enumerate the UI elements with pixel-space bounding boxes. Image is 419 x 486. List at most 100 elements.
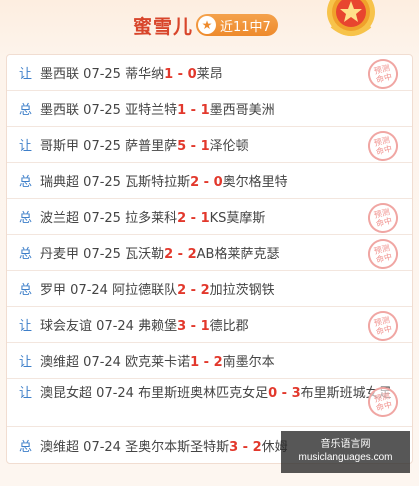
away-team: 莱昂: [196, 67, 223, 82]
match-content: 让墨西联 07-25 蒂华纳1 - 0莱昂: [19, 63, 223, 82]
match-date: 07-25: [83, 67, 121, 82]
match-content: 让哥斯甲 07-25 萨普里萨5 - 1泽伦顿: [19, 135, 249, 154]
home-score: 1: [177, 103, 187, 118]
page-title: 蜜雪儿: [133, 16, 194, 38]
match-date: 07-25: [83, 247, 121, 262]
match-content: 总丹麦甲 07-25 瓦沃勒2 - 2AB格莱萨克瑟: [19, 243, 279, 262]
star-icon: ★: [198, 16, 216, 34]
prediction-type: 让: [19, 139, 33, 154]
watermark-url: musiclanguages.com: [298, 452, 393, 463]
hit-rate-badge: ★ 近11中7: [196, 14, 278, 36]
match-date: 07-24: [83, 439, 121, 455]
match-content: 总墨西联 07-25 亚特兰特1 - 1墨西哥美洲: [19, 99, 275, 118]
home-team: 亚特兰特: [125, 103, 178, 118]
match-row[interactable]: 总丹麦甲 07-25 瓦沃勒2 - 2AB格莱萨克瑟 预测 命中: [7, 235, 412, 273]
league-name: 丹麦甲: [40, 247, 80, 262]
league-name: 瑞典超: [40, 175, 80, 190]
prediction-type: 总: [19, 439, 33, 455]
prediction-type: 让: [19, 386, 33, 401]
match-row[interactable]: 让哥斯甲 07-25 萨普里萨5 - 1泽伦顿 预测 命中: [7, 127, 412, 165]
home-score: 1: [190, 355, 200, 370]
match-content: 让球会友谊 07-24 弗赖堡3 - 1德比郡: [19, 315, 249, 334]
league-name: 墨西联: [40, 67, 80, 82]
score-separator: -: [199, 175, 214, 190]
league-name: 罗甲: [40, 283, 67, 298]
match-row[interactable]: 让澳维超 07-24 欧克莱卡诺1 - 2南墨尔本: [7, 343, 412, 379]
away-team: 墨西哥美洲: [209, 103, 275, 118]
match-content: 总罗甲 07-24 阿拉德联队2 - 2加拉茨钢铁: [19, 279, 275, 298]
home-score: 1: [164, 67, 174, 82]
match-date: 07-24: [96, 319, 134, 334]
watermark: 音乐语言网 musiclanguages.com: [281, 431, 410, 473]
prediction-type: 让: [19, 355, 33, 370]
match-row[interactable]: 总波兰超 07-25 拉多莱科2 - 1KS莫摩斯 预测 命中: [7, 199, 412, 237]
home-score: 0: [268, 386, 278, 401]
away-score: 1: [200, 103, 210, 118]
prediction-type: 总: [19, 103, 33, 118]
match-row[interactable]: 总墨西联 07-25 亚特兰特1 - 1墨西哥美洲: [7, 91, 412, 127]
away-team: 泽伦顿: [209, 139, 249, 154]
score-separator: -: [186, 211, 201, 226]
match-row[interactable]: 让球会友谊 07-24 弗赖堡3 - 1德比郡 预测 命中: [7, 307, 412, 345]
away-score: 2: [187, 247, 197, 262]
away-score: 2: [213, 355, 223, 370]
match-date: 07-24: [83, 355, 121, 370]
home-team: 欧克莱卡诺: [125, 355, 191, 370]
home-score: 5: [177, 139, 187, 154]
home-team: 阿拉德联队: [112, 283, 178, 298]
league-name: 球会友谊: [40, 319, 93, 334]
score-separator: -: [277, 386, 292, 401]
prediction-type: 让: [19, 319, 33, 334]
prediction-type: 总: [19, 283, 33, 298]
away-team: AB格莱萨克瑟: [196, 247, 280, 262]
match-row[interactable]: 让墨西联 07-25 蒂华纳1 - 0莱昂 预测 命中: [7, 55, 412, 93]
page-header: 蜜雪儿 ★ 近11中7: [0, 0, 419, 50]
league-name: 澳昆女超: [40, 386, 93, 401]
score-separator: -: [186, 319, 201, 334]
away-score: 0: [213, 175, 223, 190]
away-team: 加拉茨钢铁: [209, 283, 275, 298]
match-date: 07-24: [70, 283, 108, 298]
match-content: 让澳昆女超 07-24 布里斯班奥林匹克女足0 - 3布里斯班城女足: [19, 385, 397, 403]
match-row[interactable]: 让澳昆女超 07-24 布里斯班奥林匹克女足0 - 3布里斯班城女足 预测 命中: [7, 379, 412, 427]
home-score: 2: [190, 175, 200, 190]
score-separator: -: [199, 355, 214, 370]
hit-stamp-icon: 预测 命中: [364, 55, 402, 93]
away-score: 0: [187, 67, 197, 82]
home-team: 瓦斯特拉斯: [125, 175, 191, 190]
away-team: 南墨尔本: [222, 355, 275, 370]
home-team: 布里斯班奥林匹克女足: [138, 386, 269, 401]
match-date: 07-25: [83, 211, 121, 226]
away-score: 2: [252, 439, 262, 455]
match-row[interactable]: 总瑞典超 07-25 瓦斯特拉斯2 - 0奥尔格里特: [7, 163, 412, 199]
prediction-type: 总: [19, 247, 33, 262]
away-score: 1: [200, 139, 210, 154]
score-separator: -: [173, 247, 188, 262]
home-team: 萨普里萨: [125, 139, 178, 154]
medal-icon: [327, 0, 375, 36]
hit-stamp-icon: 预测 命中: [364, 235, 402, 273]
home-team: 弗赖堡: [138, 319, 178, 334]
league-name: 墨西联: [40, 103, 80, 118]
hit-rate-text: 近11中7: [220, 19, 271, 35]
match-content: 让澳维超 07-24 欧克莱卡诺1 - 2南墨尔本: [19, 351, 275, 370]
prediction-type: 总: [19, 211, 33, 226]
prediction-type: 总: [19, 175, 33, 190]
match-row[interactable]: 总罗甲 07-24 阿拉德联队2 - 2加拉茨钢铁: [7, 271, 412, 307]
match-content: 总瑞典超 07-25 瓦斯特拉斯2 - 0奥尔格里特: [19, 171, 288, 190]
home-team: 拉多莱科: [125, 211, 178, 226]
home-score: 2: [177, 211, 187, 226]
away-team: 德比郡: [209, 319, 249, 334]
score-separator: -: [186, 283, 201, 298]
score-separator: -: [186, 139, 201, 154]
match-content: 总波兰超 07-25 拉多莱科2 - 1KS莫摩斯: [19, 207, 265, 226]
home-score: 2: [177, 283, 187, 298]
home-score: 2: [164, 247, 174, 262]
hit-stamp-icon: 预测 命中: [364, 199, 402, 237]
away-score: 2: [200, 283, 210, 298]
league-name: 波兰超: [40, 211, 80, 226]
away-team: KS莫摩斯: [209, 211, 266, 226]
hit-stamp-icon: 预测 命中: [364, 127, 402, 165]
away-score: 1: [200, 211, 210, 226]
score-separator: -: [238, 439, 253, 455]
